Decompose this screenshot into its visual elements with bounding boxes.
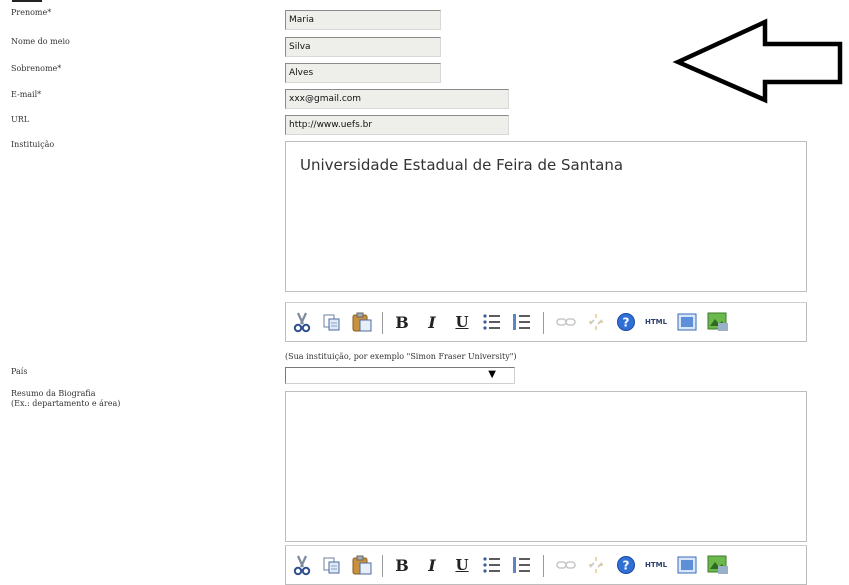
label-url: URL xyxy=(11,115,30,124)
numbered-list-icon[interactable] xyxy=(510,310,534,334)
label-bio: Resumo da Biografia (Ex.: departamento e… xyxy=(11,389,120,409)
copy-icon[interactable] xyxy=(320,310,344,334)
label-bio-line1: Resumo da Biografia xyxy=(11,389,96,398)
image-icon[interactable] xyxy=(706,310,730,334)
first-name-input[interactable]: Maria xyxy=(285,10,441,30)
bullet-list-icon[interactable] xyxy=(480,553,504,577)
link-icon[interactable] xyxy=(554,310,578,334)
url-input[interactable]: http://www.uefs.br xyxy=(285,115,509,135)
bold-icon[interactable]: B xyxy=(390,553,414,577)
svg-text:?: ? xyxy=(623,559,630,573)
copy-icon[interactable] xyxy=(320,553,344,577)
underline-icon[interactable]: U xyxy=(450,553,474,577)
bold-icon[interactable]: B xyxy=(390,310,414,334)
unlink-icon[interactable] xyxy=(584,310,608,334)
page-heading-fragment xyxy=(12,0,42,2)
bullet-list-icon[interactable] xyxy=(480,310,504,334)
paste-icon[interactable] xyxy=(350,310,374,334)
toolbar-separator xyxy=(543,312,544,334)
cut-icon[interactable] xyxy=(290,310,314,334)
institution-editor-toolbar: B I U ? HTML xyxy=(285,302,807,342)
italic-icon[interactable]: I xyxy=(420,310,444,334)
bio-editor-toolbar: B I U ? HTML xyxy=(285,545,807,585)
html-icon[interactable]: HTML xyxy=(642,553,670,577)
label-last-name: Sobrenome* xyxy=(11,64,62,73)
institution-editor-content[interactable]: Universidade Estadual de Feira de Santan… xyxy=(286,142,806,188)
bio-editor[interactable] xyxy=(285,391,807,542)
fullscreen-icon[interactable] xyxy=(675,553,699,577)
svg-text:?: ? xyxy=(623,316,630,330)
toolbar-separator xyxy=(382,312,383,334)
label-country: País xyxy=(11,367,28,376)
toolbar-separator xyxy=(382,555,383,577)
paste-icon[interactable] xyxy=(350,553,374,577)
country-select[interactable]: ▼ xyxy=(285,367,515,384)
help-icon[interactable]: ? xyxy=(614,310,638,334)
link-icon[interactable] xyxy=(554,553,578,577)
annotation-arrow-left-icon xyxy=(672,18,843,104)
html-icon[interactable]: HTML xyxy=(642,310,670,334)
fullscreen-icon[interactable] xyxy=(675,310,699,334)
numbered-list-icon[interactable] xyxy=(510,553,534,577)
underline-icon[interactable]: U xyxy=(450,310,474,334)
middle-name-input[interactable]: Silva xyxy=(285,37,441,57)
italic-icon[interactable]: I xyxy=(420,553,444,577)
unlink-icon[interactable] xyxy=(584,553,608,577)
cut-icon[interactable] xyxy=(290,553,314,577)
chevron-down-icon[interactable]: ▼ xyxy=(488,369,496,380)
image-icon[interactable] xyxy=(706,553,730,577)
label-email: E-mail* xyxy=(11,90,42,99)
institution-editor[interactable]: Universidade Estadual de Feira de Santan… xyxy=(285,141,807,292)
label-middle-name: Nome do meio xyxy=(11,37,70,46)
help-icon[interactable]: ? xyxy=(614,553,638,577)
toolbar-separator xyxy=(543,555,544,577)
label-institution: Instituição xyxy=(11,140,55,149)
label-bio-line2: (Ex.: departamento e área) xyxy=(11,399,121,408)
last-name-input[interactable]: Alves xyxy=(285,63,441,83)
bio-editor-content[interactable] xyxy=(286,392,806,420)
label-first-name: Prenome* xyxy=(11,8,52,17)
institution-hint: (Sua instituição, por exemplo "Simon Fra… xyxy=(285,352,517,361)
email-input[interactable]: xxx@gmail.com xyxy=(285,89,509,109)
